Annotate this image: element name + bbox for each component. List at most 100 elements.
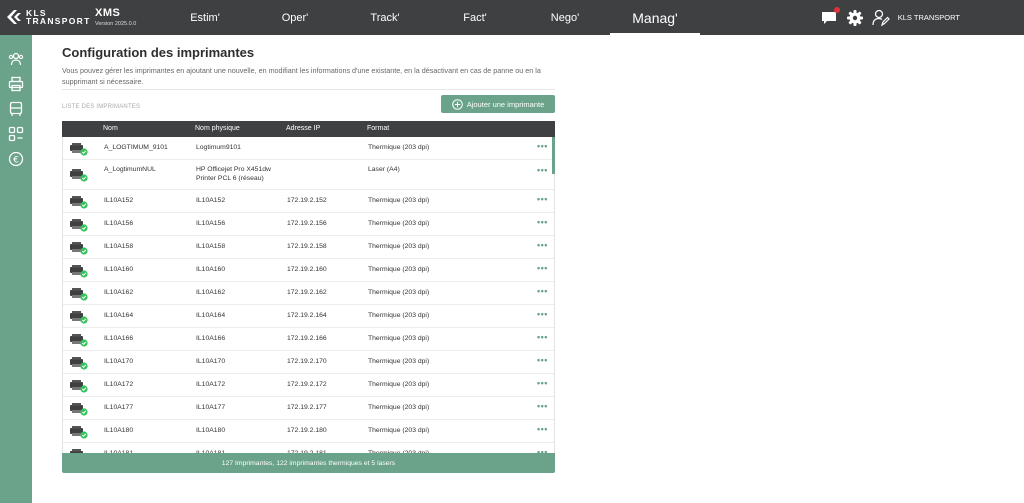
user-profile-button[interactable] xyxy=(872,9,890,27)
cell-physical-name: IL10A181 xyxy=(196,450,284,453)
nav-fact[interactable]: Fact' xyxy=(430,0,520,35)
row-actions-button[interactable]: ••• xyxy=(537,378,548,388)
cell-ip: 172.19.2.181 xyxy=(287,450,327,453)
top-bar: KLS TRANSPORT XMS Version 2025.0.0 Estim… xyxy=(0,0,1024,35)
gear-icon xyxy=(846,9,863,26)
table-row[interactable]: IL10A164 IL10A164 172.19.2.164 Thermique (2… xyxy=(63,305,554,328)
cell-physical-name: Logtimum9101 xyxy=(196,144,241,151)
cell-ip: 172.19.2.162 xyxy=(287,289,327,296)
table-scrollbar[interactable] xyxy=(552,137,555,174)
row-actions-button[interactable]: ••• xyxy=(537,286,548,296)
cell-format: Thermique (203 dpi) xyxy=(368,243,430,250)
cell-ip: 172.19.2.158 xyxy=(287,243,327,250)
divider xyxy=(62,89,555,90)
table-row[interactable]: IL10A180 IL10A180 172.19.2.180 Thermique (2… xyxy=(63,420,554,443)
apps-grid-icon[interactable] xyxy=(8,126,24,142)
cell-format: Thermique (203 dpi) xyxy=(368,335,430,342)
nav-estim[interactable]: Estim' xyxy=(160,0,250,35)
euro-icon[interactable]: € xyxy=(8,151,24,167)
table-row[interactable]: IL10A170 IL10A170 172.19.2.170 Thermique (2… xyxy=(63,351,554,374)
nav-oper[interactable]: Oper' xyxy=(250,0,340,35)
cell-ip: 172.19.2.164 xyxy=(287,312,327,319)
printer-status-icon xyxy=(69,402,88,416)
printer-status-icon xyxy=(69,195,88,209)
table-row[interactable]: IL10A162 IL10A162 172.19.2.162 Thermique (2… xyxy=(63,282,554,305)
nav-manag[interactable]: Manag' xyxy=(610,0,700,35)
printer-status-icon xyxy=(69,168,88,182)
printer-status-icon xyxy=(69,287,88,301)
column-header-ip[interactable]: Adresse IP xyxy=(286,125,320,132)
cell-physical-name: IL10A162 xyxy=(196,289,226,296)
cell-ip: 172.19.2.172 xyxy=(287,381,327,388)
row-actions-button[interactable]: ••• xyxy=(537,309,548,319)
settings-button[interactable] xyxy=(846,9,864,27)
cell-format: Thermique (203 dpi) xyxy=(368,404,430,411)
app-name: XMS xyxy=(95,7,121,19)
top-actions: KLS TRANSPORT xyxy=(820,0,1024,35)
table-header: Nom Nom physique Adresse IP Format xyxy=(62,121,555,137)
logo-line-2: TRANSPORT xyxy=(26,16,91,26)
cell-physical-name: HP Officejet Pro X451dw Printer PCL 6 (r… xyxy=(196,166,271,182)
table-row[interactable]: A_LogtimumNUL HP Officejet Pro X451dw Pri… xyxy=(63,160,554,190)
column-header-name[interactable]: Nom xyxy=(103,125,118,132)
row-actions-button[interactable]: ••• xyxy=(537,263,548,273)
printer-status-icon xyxy=(69,356,88,370)
table-row[interactable]: A_LOGTIMUM_9101 Logtimum9101 Thermique (20… xyxy=(63,137,554,160)
nav-track[interactable]: Track' xyxy=(340,0,430,35)
cell-format: Thermique (203 dpi) xyxy=(368,266,430,273)
cell-format: Thermique (203 dpi) xyxy=(368,381,430,388)
cell-format: Thermique (203 dpi) xyxy=(368,312,430,319)
column-header-format[interactable]: Format xyxy=(367,125,389,132)
row-actions-button[interactable]: ••• xyxy=(537,424,548,434)
user-name[interactable]: KLS TRANSPORT xyxy=(898,13,960,22)
notification-dot xyxy=(833,6,840,13)
cell-ip: 172.19.2.160 xyxy=(287,266,327,273)
row-actions-button[interactable]: ••• xyxy=(537,401,548,411)
cell-ip: 172.19.2.152 xyxy=(287,197,327,204)
row-actions-button[interactable]: ••• xyxy=(537,165,548,175)
row-actions-button[interactable]: ••• xyxy=(537,332,548,342)
row-actions-button[interactable]: ••• xyxy=(537,447,548,453)
row-actions-button[interactable]: ••• xyxy=(537,240,548,250)
cell-ip: 172.19.2.166 xyxy=(287,335,327,342)
row-actions-button[interactable]: ••• xyxy=(537,141,548,151)
cell-physical-name: IL10A180 xyxy=(196,427,226,434)
chat-notification-button[interactable] xyxy=(820,6,840,27)
cell-name: IL10A180 xyxy=(104,427,134,434)
cell-name: IL10A160 xyxy=(104,266,134,273)
cell-physical-name: IL10A164 xyxy=(196,312,226,319)
printer-status-icon xyxy=(69,241,88,255)
printer-status-icon xyxy=(69,218,88,232)
printer-status-icon xyxy=(69,310,88,324)
column-header-physical-name[interactable]: Nom physique xyxy=(195,125,240,132)
cell-format: Laser (A4) xyxy=(368,166,400,173)
cell-physical-name: IL10A166 xyxy=(196,335,226,342)
truck-icon[interactable] xyxy=(8,101,24,117)
table-row[interactable]: IL10A156 IL10A156 172.19.2.156 Thermique (2… xyxy=(63,213,554,236)
users-group-icon[interactable] xyxy=(8,51,24,67)
table-row[interactable]: IL10A160 IL10A160 172.19.2.160 Thermique (2… xyxy=(63,259,554,282)
table-row[interactable]: IL10A177 IL10A177 172.19.2.177 Thermique (2… xyxy=(63,397,554,420)
nav-nego[interactable]: Nego' xyxy=(520,0,610,35)
table-row[interactable]: IL10A166 IL10A166 172.19.2.166 Thermique (2… xyxy=(63,328,554,351)
table-body[interactable]: A_LOGTIMUM_9101 Logtimum9101 Thermique (20… xyxy=(62,137,555,453)
printer-icon[interactable] xyxy=(8,76,24,92)
kls-logo-icon xyxy=(7,10,21,24)
table-row[interactable]: IL10A172 IL10A172 172.19.2.172 Thermique (2… xyxy=(63,374,554,397)
printer-status-icon xyxy=(69,448,88,453)
svg-text:€: € xyxy=(13,156,19,166)
table-row[interactable]: IL10A152 IL10A152 172.19.2.152 Thermique (2… xyxy=(63,190,554,213)
table-row[interactable]: IL10A181IL10A181172.19.2.181Thermique (2… xyxy=(63,443,554,453)
page-description: Vous pouvez gérer les imprimantes en ajo… xyxy=(62,66,541,86)
company-logo[interactable]: KLS TRANSPORT xyxy=(6,9,91,25)
table-row[interactable]: IL10A158 IL10A158 172.19.2.158 Thermique (2… xyxy=(63,236,554,259)
cell-name: IL10A172 xyxy=(104,381,134,388)
add-printer-button[interactable]: Ajouter une imprimante xyxy=(441,95,555,113)
cell-name: IL10A152 xyxy=(104,197,134,204)
printer-status-icon xyxy=(69,425,88,439)
app-version: Version 2025.0.0 xyxy=(95,21,137,27)
row-actions-button[interactable]: ••• xyxy=(537,217,548,227)
row-actions-button[interactable]: ••• xyxy=(537,355,548,365)
row-actions-button[interactable]: ••• xyxy=(537,194,548,204)
cell-name: IL10A158 xyxy=(104,243,134,250)
